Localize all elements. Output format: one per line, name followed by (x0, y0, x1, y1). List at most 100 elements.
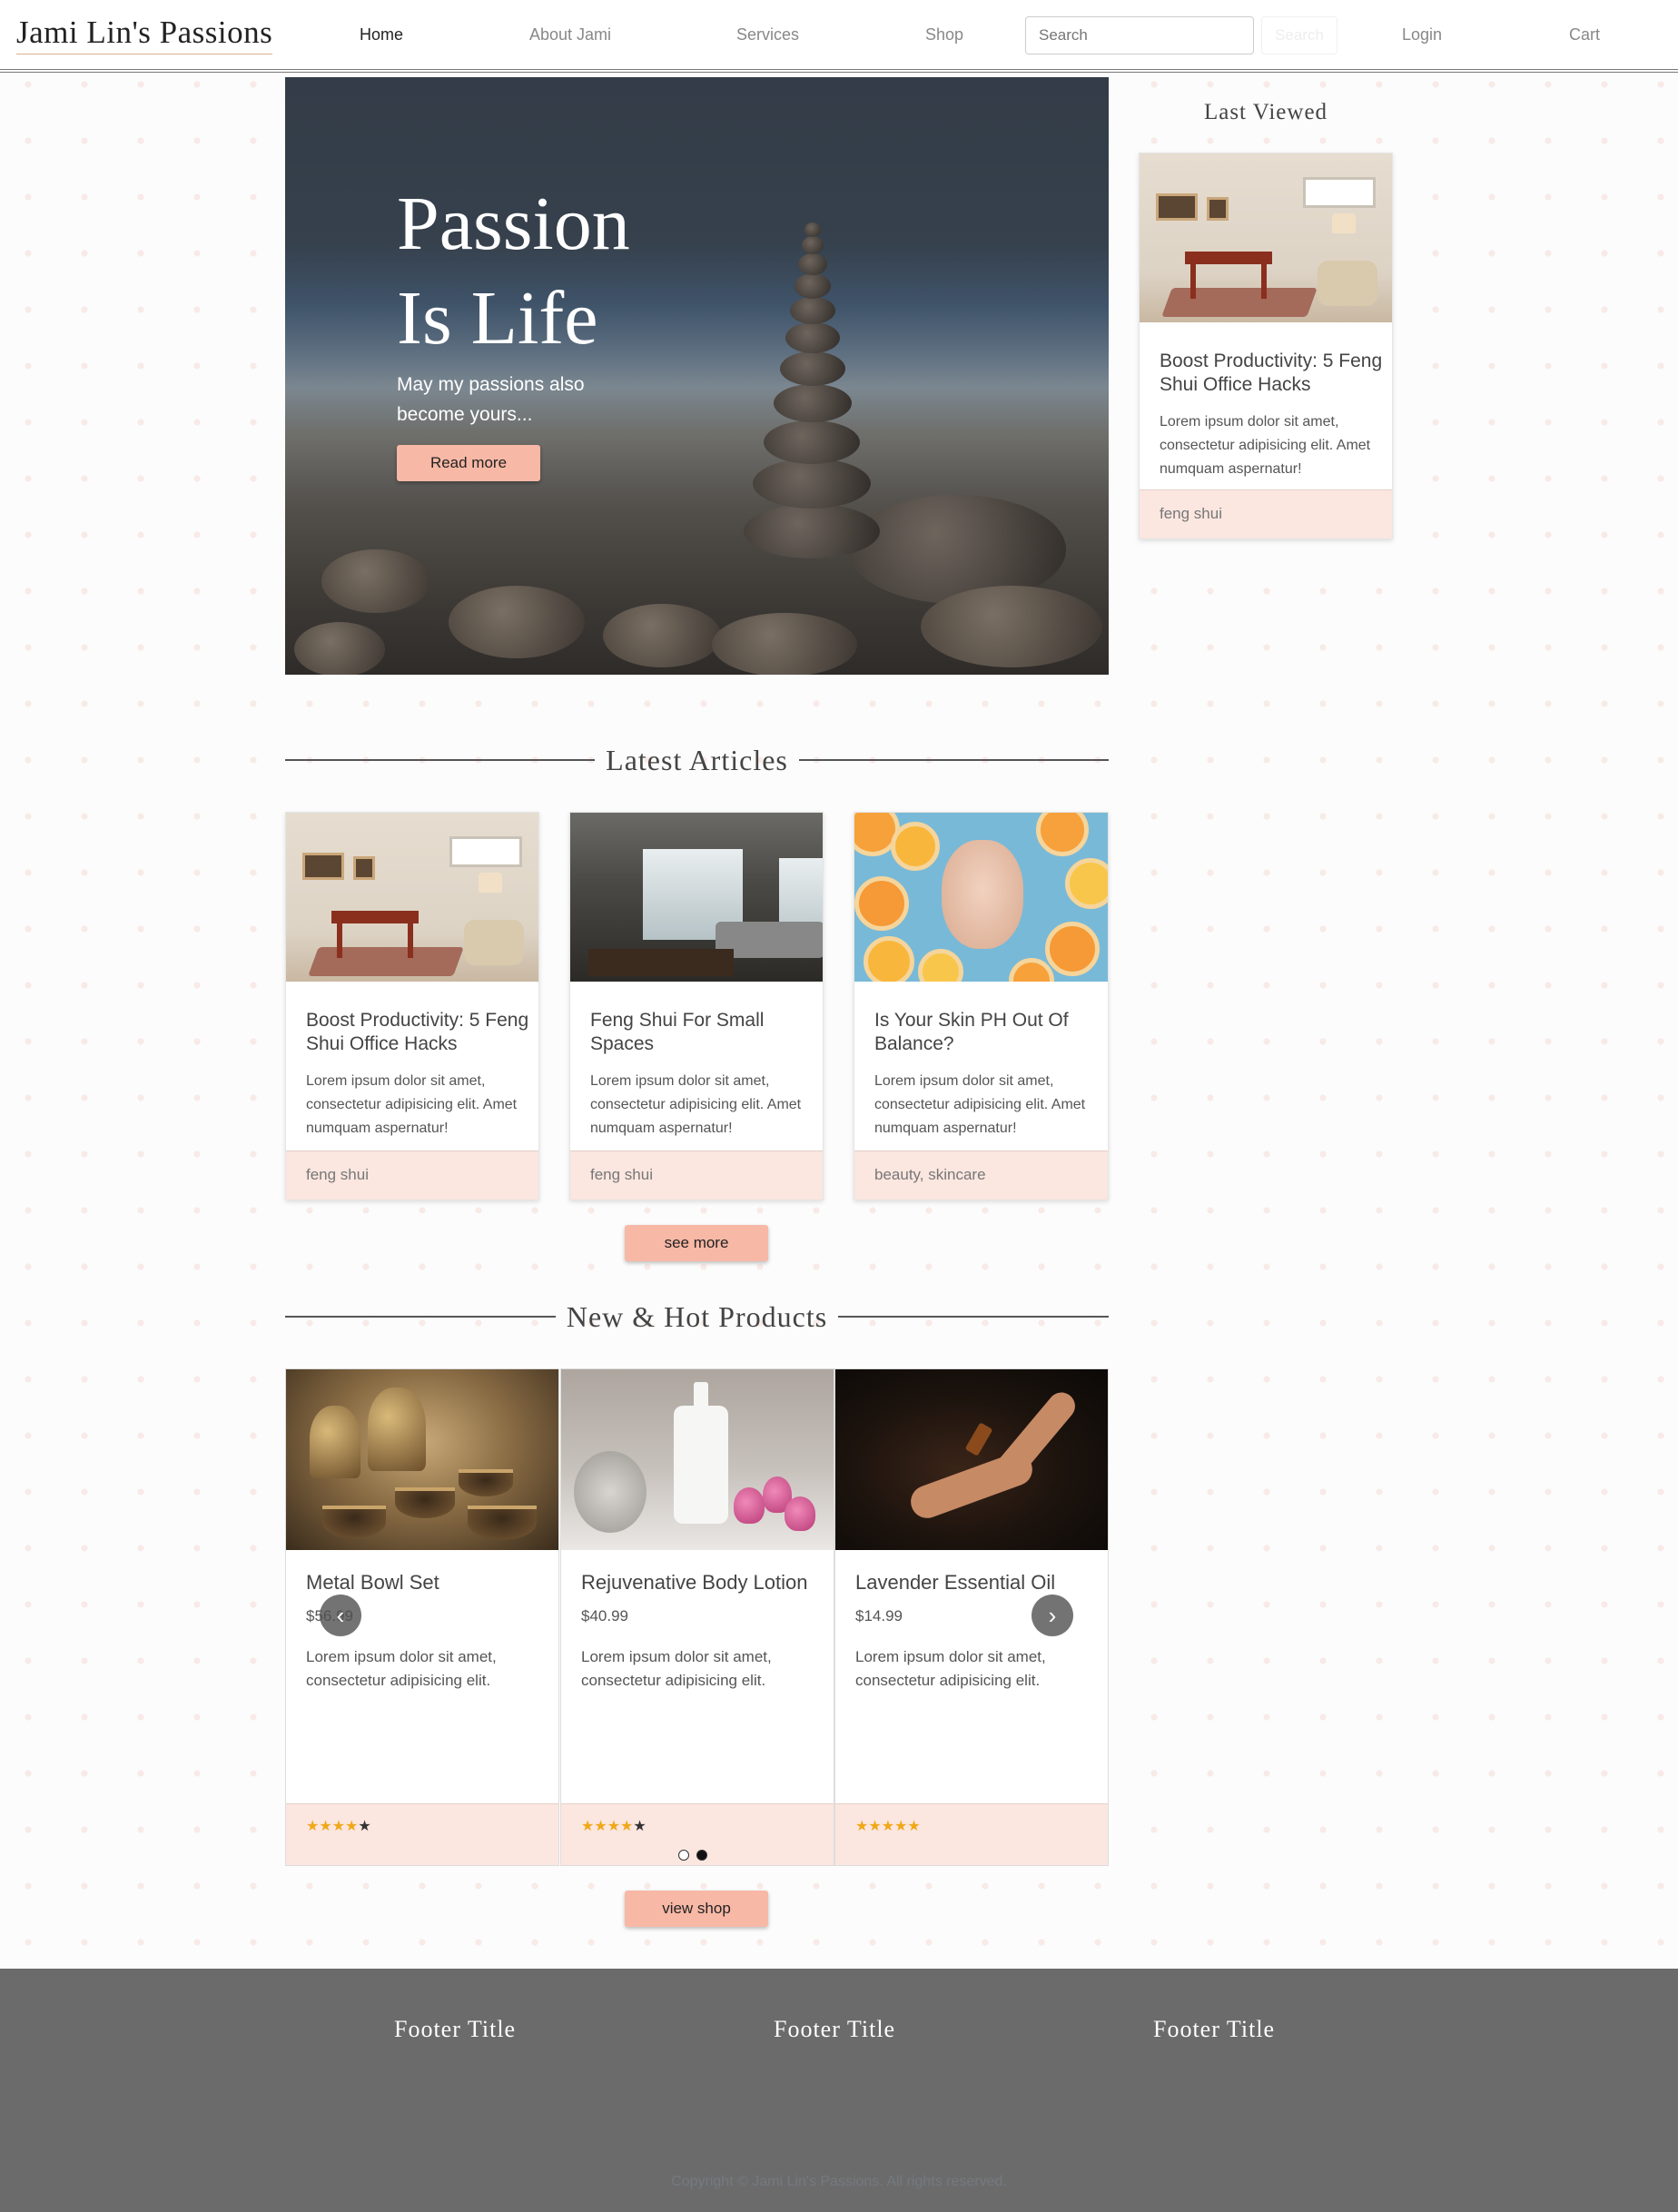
hero-subtitle: May my passions also become yours... (397, 374, 585, 425)
desk-shape (1185, 252, 1272, 264)
nav-login[interactable]: Login (1402, 25, 1442, 44)
nav-services[interactable]: Services (736, 25, 799, 44)
card-text: Lorem ipsum dolor sit amet, consectetur … (1160, 414, 1371, 477)
citrus-slice (864, 936, 914, 982)
hero-bg-pebble (921, 586, 1102, 667)
nav-shop[interactable]: Shop (925, 25, 963, 44)
hero-bg-rock (802, 236, 824, 254)
window-shape (449, 836, 522, 867)
body-lotion-image (561, 1369, 834, 1550)
towel-shape (574, 1451, 647, 1533)
hero-banner: Passion Is Life May my passions also bec… (285, 77, 1109, 675)
hero-bg-rock (804, 222, 821, 237)
star-icon: ★ (868, 1819, 882, 1834)
section-title: Latest Articles (606, 743, 788, 776)
hero-title-line: Passion (397, 182, 630, 266)
small-room-image (570, 813, 823, 982)
article-card[interactable]: Is Your Skin PH Out Of Balance? Lorem ip… (854, 812, 1109, 1200)
hero-bg-rock (790, 297, 835, 324)
star-icon: ★ (331, 1819, 346, 1834)
see-more-button[interactable]: see more (625, 1225, 768, 1261)
view-shop-button[interactable]: view shop (625, 1891, 768, 1927)
table-shape (588, 949, 734, 976)
article-card[interactable]: Boost Productivity: 5 Feng Shui Office H… (285, 812, 539, 1200)
footer-title: Footer Title (774, 2016, 896, 2042)
hero-bg-pebble (712, 613, 857, 675)
bowl-shape (468, 1506, 537, 1540)
footer-title: Footer Title (1153, 2016, 1276, 2042)
star-icon: ★ (345, 1819, 359, 1834)
hero-bg-rock (774, 384, 852, 422)
search-input[interactable] (1025, 16, 1254, 54)
article-card[interactable]: Feng Shui For Small Spaces Lorem ipsum d… (569, 812, 824, 1200)
tulip-shape (734, 1487, 765, 1524)
hero-bg-pebble (603, 604, 721, 667)
product-text: Lorem ipsum dolor sit amet, consectetur … (306, 1648, 497, 1689)
product-text: Lorem ipsum dolor sit amet, consectetur … (581, 1648, 772, 1689)
desk-leg (337, 922, 342, 958)
citrus-slice (918, 949, 963, 982)
product-rating: ★★★★★ (286, 1803, 558, 1865)
card-text: Lorem ipsum dolor sit amet, consectetur … (874, 1073, 1086, 1136)
hero-bg-rock (744, 504, 880, 558)
carousel-dot[interactable] (678, 1850, 689, 1861)
nav-about[interactable]: About Jami (529, 25, 611, 44)
star-icon: ★ (581, 1819, 595, 1834)
hero-title-line: Is Life (397, 276, 598, 360)
picture-frame (1207, 197, 1229, 221)
hero-bg-rock (753, 459, 871, 509)
star-icon: ★ (633, 1819, 647, 1834)
star-icon: ★ (855, 1819, 869, 1834)
nav-home[interactable]: Home (360, 25, 403, 44)
card-tags: feng shui (286, 1150, 538, 1200)
hero-bg-rock (795, 273, 831, 299)
last-viewed-heading: Last Viewed (1203, 100, 1328, 124)
office-image (286, 813, 538, 982)
picture-frame (1156, 193, 1198, 221)
desk-leg (1261, 262, 1267, 299)
lamp-shape (479, 873, 502, 893)
search-button[interactable]: Search (1261, 16, 1337, 54)
rug-shape (308, 947, 464, 976)
card-title[interactable]: Feng Shui For Small Spaces (590, 1009, 817, 1056)
bowl-shape (322, 1506, 386, 1538)
metal-bowls-image (286, 1369, 558, 1550)
citrus-slice (1065, 858, 1108, 909)
hero-bg-rock (785, 322, 840, 353)
bell-shape (310, 1406, 360, 1478)
footer-title: Footer Title (394, 2016, 517, 2042)
chair-shape (464, 920, 524, 965)
citrus-slice (891, 822, 940, 871)
heading-rule (285, 1316, 556, 1318)
heading-rule (838, 1316, 1109, 1318)
star-icon: ★ (306, 1819, 320, 1834)
essential-oil-image (835, 1369, 1108, 1550)
product-price: $40.99 (581, 1607, 628, 1624)
copyright-text: Copyright © Jami Lin's Passions. All rig… (671, 2174, 1007, 2189)
card-title[interactable]: Is Your Skin PH Out Of Balance? (874, 1009, 1101, 1056)
rug-shape (1161, 288, 1318, 317)
carousel-prev-icon[interactable]: ‹ (320, 1595, 361, 1636)
picture-frame (353, 856, 375, 880)
office-image (1140, 153, 1392, 322)
hero-bg-pebble (294, 622, 385, 675)
product-title[interactable]: Metal Bowl Set (306, 1571, 439, 1595)
last-viewed-card[interactable]: Boost Productivity: 5 Feng Shui Office H… (1139, 153, 1393, 539)
star-icon: ★ (607, 1819, 621, 1834)
latest-articles-heading: Latest Articles (285, 742, 1109, 778)
hero-bg-pebble (321, 549, 430, 613)
product-card[interactable]: Rejuvenative Body Lotion $40.99 Lorem ip… (560, 1368, 834, 1866)
vial-shape (964, 1422, 993, 1457)
product-title[interactable]: Lavender Essential Oil (855, 1571, 1055, 1595)
product-title[interactable]: Rejuvenative Body Lotion (581, 1571, 808, 1595)
brand-logo[interactable]: Jami Lin's Passions (16, 15, 273, 54)
read-more-button[interactable]: Read more (397, 445, 540, 481)
card-title[interactable]: Boost Productivity: 5 Feng Shui Office H… (1160, 350, 1387, 397)
carousel-dot[interactable] (696, 1850, 707, 1861)
lamp-shape (1332, 213, 1356, 233)
face-shape (942, 840, 1023, 949)
citrus-face-image (854, 813, 1108, 982)
carousel-next-icon[interactable]: › (1031, 1595, 1073, 1636)
nav-cart[interactable]: Cart (1569, 25, 1600, 44)
card-title[interactable]: Boost Productivity: 5 Feng Shui Office H… (306, 1009, 533, 1056)
